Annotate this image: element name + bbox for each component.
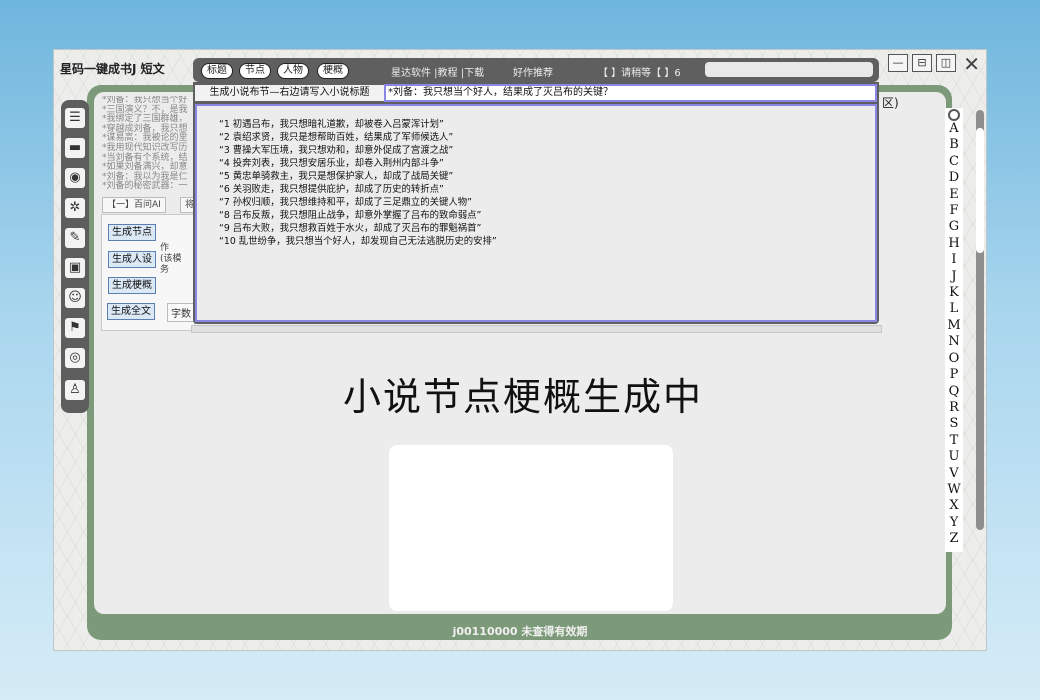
index-letter[interactable]: I	[945, 252, 963, 268]
maximize-icon: ◫	[940, 56, 952, 69]
minimize-button[interactable]: —	[888, 54, 908, 72]
index-letter[interactable]: H	[945, 236, 963, 252]
index-letter[interactable]: D	[945, 170, 963, 186]
outline-text-area[interactable]: “1 初遇吕布，我只想暗礼道歉，却被卷入吕蒙浑计划” “2 袁绍求贤，我只是想帮…	[195, 104, 877, 322]
index-letter[interactable]: L	[945, 301, 963, 317]
generate-characters-button[interactable]: 生成人设	[108, 251, 156, 268]
index-letter[interactable]: G	[945, 219, 963, 235]
document-list-icon[interactable]: ☰	[65, 108, 85, 128]
index-letter[interactable]: K	[945, 285, 963, 301]
index-letter[interactable]: C	[945, 154, 963, 170]
loading-title: 小说节点梗概生成中	[343, 375, 704, 419]
restore-icon: ⊟	[917, 56, 927, 69]
prompt-label: 生成小说布节—右边请写入小说标题	[195, 85, 384, 101]
tab-characters[interactable]: 人物	[277, 63, 309, 79]
index-letter[interactable]: M	[945, 318, 963, 334]
tab-synopsis[interactable]: 梗概	[317, 63, 349, 79]
vertical-scrollbar[interactable]	[976, 110, 984, 530]
compass-icon[interactable]: ✲	[65, 198, 85, 218]
stamp-icon[interactable]: ⚑	[65, 318, 85, 338]
outline-line: “5 黄忠单骑救主，我只是想保护家人，却成了战局关键”	[219, 171, 454, 182]
index-letter[interactable]: A	[945, 121, 963, 137]
index-letter[interactable]: E	[945, 187, 963, 203]
index-letter[interactable]: Y	[945, 515, 963, 531]
index-letter[interactable]: Q	[945, 384, 963, 400]
index-letter[interactable]: R	[945, 400, 963, 416]
tab-title[interactable]: 标题	[201, 63, 233, 79]
book-icon[interactable]: ▬	[65, 138, 85, 158]
monitor-icon[interactable]: ▣	[65, 258, 85, 278]
outline-dialog: 生成小说布节—右边请写入小说标题 *刘备：我只想当个好人，结果成了灭吕布的关键？…	[193, 82, 879, 324]
edit-note-icon[interactable]: ✎	[65, 228, 85, 248]
region-label: 区)	[882, 96, 899, 110]
side-hint: 作 (该模 务	[160, 243, 182, 275]
outline-line: “6 关羽败走，我只想提供庇护，却成了历史的转折点”	[219, 184, 444, 195]
tab-nodes[interactable]: 节点	[239, 63, 271, 79]
search-input[interactable]	[705, 62, 873, 77]
generate-synopsis-button[interactable]: 生成梗概	[108, 277, 156, 294]
index-letter[interactable]: V	[945, 466, 963, 482]
outline-line: “7 孙权归顺，我只想维持和平，却成了三足鼎立的关键人物”	[219, 197, 473, 208]
novel-title-input[interactable]: *刘备：我只想当个好人，结果成了灭吕布的关键？	[384, 84, 877, 102]
index-letter[interactable]: S	[945, 416, 963, 432]
index-letter[interactable]: J	[945, 269, 963, 285]
tab-ai[interactable]: 【一】百问AI	[102, 197, 166, 213]
outline-line: “3 曹操大军压境，我只想劝和，却意外促成了宫渡之战”	[219, 145, 454, 156]
settings-icon[interactable]	[948, 109, 960, 121]
index-letter[interactable]: W	[945, 482, 963, 498]
wait-status: 【 】请稍等【 】6	[598, 68, 681, 79]
top-toolbar: 标题 节点 人物 梗概 星达软件 |教程 |下载 好作推荐 【 】请稍等【 】6	[193, 58, 879, 82]
dialog-scrollbar[interactable]	[191, 325, 882, 333]
outline-line: “9 吕布大败，我只想救百姓于水火，却成了灭吕布的罪魁祸首”	[219, 223, 482, 234]
word-count-label: 字数	[167, 303, 195, 322]
scrollbar-thumb[interactable]	[976, 128, 984, 253]
app-title: 星码一键成书J 短文	[60, 62, 165, 76]
left-toolbar: ☰ ▬ ◉ ✲ ✎ ▣ ☺ ⚑ ◎ ♙	[61, 100, 89, 413]
index-letter[interactable]: N	[945, 334, 963, 350]
outline-line: “8 吕布反叛，我只想阻止战争，却意外掌握了吕布的致命弱点”	[219, 210, 482, 221]
maximize-button[interactable]: ◫	[936, 54, 956, 72]
help-links[interactable]: 星达软件 |教程 |下载	[391, 64, 484, 79]
recommend-link[interactable]: 好作推荐	[513, 64, 553, 79]
index-letter[interactable]: X	[945, 498, 963, 514]
app-window: 星码一键成书J 短文 — ⊟ ◫ ✕ ☰ ▬ ◉ ✲ ✎ ▣ ☺ ⚑ ◎ ♙ *…	[54, 50, 986, 650]
index-letter[interactable]: P	[945, 367, 963, 383]
minimize-icon: —	[892, 56, 904, 69]
close-icon: ✕	[963, 52, 980, 76]
index-letter[interactable]: O	[945, 351, 963, 367]
index-letter[interactable]: F	[945, 203, 963, 219]
index-letter[interactable]: U	[945, 449, 963, 465]
license-status: j00110000 未查得有效期	[452, 625, 588, 638]
person-icon[interactable]: ♙	[65, 380, 85, 400]
alphabet-index: A B C D E F G H I J K L M N O P Q R S T …	[945, 108, 963, 552]
outline-line: “1 初遇吕布，我只想暗礼道歉，却被卷入吕蒙浑计划”	[219, 119, 444, 130]
outline-line: “10 乱世纷争，我只想当个好人，却发现自己无法逃脱历史的安排”	[219, 236, 497, 247]
disc-icon[interactable]: ◉	[65, 168, 85, 188]
generate-fulltext-button[interactable]: 生成全文	[107, 303, 155, 320]
restore-button[interactable]: ⊟	[912, 54, 932, 72]
index-letter[interactable]: T	[945, 433, 963, 449]
index-letter[interactable]: Z	[945, 531, 963, 547]
outline-line: “4 投奔刘表，我只想安居乐业，却卷入荆州内部斗争”	[219, 158, 444, 169]
user-icon[interactable]: ☺	[65, 288, 85, 308]
close-button[interactable]: ✕	[963, 52, 980, 76]
disc-alt-icon[interactable]: ◎	[65, 348, 85, 368]
preview-card	[389, 445, 673, 611]
generate-nodes-button[interactable]: 生成节点	[108, 224, 156, 241]
outline-line: “2 袁绍求贤，我只是想帮助百姓，结果成了军师候选人”	[219, 132, 454, 143]
index-letter[interactable]: B	[945, 137, 963, 153]
